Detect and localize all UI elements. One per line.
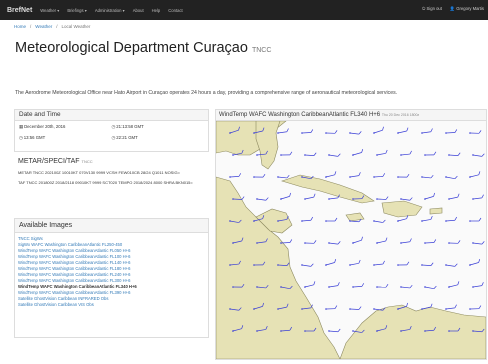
top-navbar: BrefNet Weather ▾ Briefings ▾ Administra… bbox=[0, 0, 488, 20]
time-local-value: 13:56 GMT bbox=[24, 135, 46, 140]
metar-heading-station: TNCC bbox=[82, 159, 93, 164]
page-title-text: Meteorological Department Curaçao bbox=[15, 40, 248, 56]
windtemp-map bbox=[216, 121, 486, 359]
date-value: December 20th, 2016 bbox=[24, 124, 65, 129]
clock-icon: ◷ bbox=[112, 124, 116, 129]
date-cell: ▦December 20th, 2016 bbox=[19, 124, 112, 130]
nav-administration[interactable]: Administration ▾ bbox=[95, 8, 125, 13]
nav-weather[interactable]: Weather ▾ bbox=[40, 8, 59, 13]
map-land-puerto-rico bbox=[430, 208, 442, 214]
image-link[interactable]: Satellite GhostVision Caribbean VIS Obs bbox=[15, 302, 208, 308]
breadcrumb-weather[interactable]: Weather bbox=[35, 24, 52, 32]
metar-heading: METAR/SPECI/TAF TNCC bbox=[14, 157, 207, 167]
breadcrumb-current: Local Weather bbox=[61, 24, 90, 32]
time-gmt-cell: ◷21:13:58 GMT bbox=[112, 124, 205, 130]
chart-heading: WindTemp WAFC Washington CaribbeanAtlant… bbox=[216, 110, 486, 121]
datetime-panel: Date and Time ▦December 20th, 2016 ◷21:1… bbox=[14, 109, 209, 152]
windtemp-chart-panel: WindTemp WAFC Washington CaribbeanAtlant… bbox=[215, 109, 487, 360]
images-list: TNCC SigWx SigWx WAFC Washington Caribbe… bbox=[15, 233, 208, 308]
sign-out-link[interactable]: ⏻ Sign out bbox=[422, 6, 442, 12]
clock-icon: ◷ bbox=[112, 135, 116, 140]
breadcrumb-sep-1: / bbox=[30, 24, 31, 32]
metar-heading-text: METAR/SPECI/TAF bbox=[18, 158, 80, 165]
page-title: Meteorological Department Curaçao TNCC bbox=[15, 40, 271, 56]
nav-briefings[interactable]: Briefings ▾ bbox=[67, 8, 87, 13]
chart-title: WindTemp WAFC Washington CaribbeanAtlant… bbox=[219, 112, 380, 118]
nav-right: ⏻ Sign out 👤 Gregory Martis bbox=[422, 6, 484, 12]
images-panel: Available Images TNCC SigWx SigWx WAFC W… bbox=[14, 218, 209, 338]
taf-text: TAF TNCC 201800Z 2018/2118 09010KT 9999 … bbox=[14, 176, 207, 186]
metar-text: METAR TNCC 202100Z 10010KT 070V130 9999 … bbox=[14, 167, 207, 176]
nav-contact[interactable]: Contact bbox=[168, 8, 182, 13]
breadcrumb-sep-2: / bbox=[56, 24, 57, 32]
datetime-heading: Date and Time bbox=[15, 110, 208, 121]
metar-panel: METAR/SPECI/TAF TNCC METAR TNCC 202100Z … bbox=[14, 157, 207, 217]
page-lead: The Aerodrome Meteorological Office near… bbox=[15, 90, 485, 96]
clock-icon: ◷ bbox=[19, 135, 23, 140]
windtemp-map-image bbox=[216, 121, 486, 359]
breadcrumb: Home / Weather / Local Weather bbox=[14, 24, 90, 32]
datetime-row-2: ◷13:56 GMT ◷22:21 GMT bbox=[15, 130, 208, 141]
images-heading: Available Images bbox=[15, 219, 208, 233]
datetime-row-1: ▦December 20th, 2016 ◷21:13:58 GMT bbox=[15, 121, 208, 130]
time-local-cell: ◷13:56 GMT bbox=[19, 135, 112, 141]
time-local2-cell: ◷22:21 GMT bbox=[112, 135, 205, 141]
breadcrumb-home[interactable]: Home bbox=[14, 24, 26, 32]
page-title-station: TNCC bbox=[252, 47, 271, 54]
nav-about[interactable]: About bbox=[133, 8, 144, 13]
time-gmt-value: 21:13:58 GMT bbox=[116, 124, 143, 129]
brand-logo[interactable]: BrefNet bbox=[7, 7, 32, 14]
time-local2-value: 22:21 GMT bbox=[116, 135, 138, 140]
calendar-icon: ▦ bbox=[19, 124, 23, 129]
nav-help[interactable]: Help bbox=[152, 8, 161, 13]
chart-title-time: Thu 20 Dec 2016 1800z bbox=[382, 113, 419, 117]
user-menu[interactable]: 👤 Gregory Martis bbox=[450, 6, 484, 12]
